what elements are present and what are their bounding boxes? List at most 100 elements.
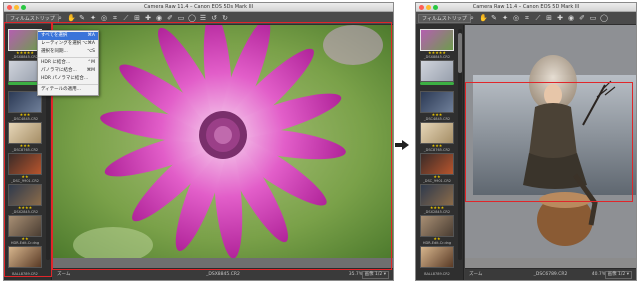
filmstrip-thumbnail[interactable] <box>420 29 454 51</box>
crop-icon[interactable]: ⌗ <box>523 14 531 22</box>
spot-removal-icon[interactable]: ✚ <box>556 14 564 22</box>
spot-removal-icon[interactable]: ✚ <box>144 14 152 22</box>
filmstrip-thumbnail[interactable] <box>8 215 42 237</box>
color-sampler-icon[interactable]: ✦ <box>501 14 509 22</box>
thumbnail-caption: _DSX2845.CR2 <box>423 210 451 214</box>
rotate-right-icon[interactable]: ↻ <box>221 14 229 22</box>
transform-icon[interactable]: ⊞ <box>133 14 141 22</box>
hand-icon[interactable]: ✋ <box>479 14 488 22</box>
thumbnail-caption: _DSC_9901.CR2 <box>423 179 451 183</box>
camera-raw-window-right: Camera Raw 11.4 – Canon EOS 5D Mark III … <box>415 2 637 281</box>
thumbnail-caption: BALL8789.CR2 <box>424 272 450 276</box>
brush-icon[interactable]: ✐ <box>578 14 586 22</box>
status-bar: ズーム _DSX8845.CR2 35.7% 画像 1/2 ▾ <box>53 268 393 280</box>
toolbar: フィルムストリップ ⌕ ✋ ✎ ✦ ◎ ⌗ ⟋ ⊞ ✚ ◉ ✐ ▭ ◯ <box>416 12 636 25</box>
hand-icon[interactable]: ✋ <box>67 14 76 22</box>
filmstrip-scrollbar[interactable] <box>458 29 462 260</box>
tool-icons: ⌕ ✋ ✎ ✦ ◎ ⌗ ⟋ ⊞ ✚ ◉ ✐ ▭ ◯ <box>468 14 608 23</box>
filmstrip-menu-button[interactable]: フィルムストリップ <box>6 14 59 23</box>
filmstrip-thumbnail[interactable] <box>420 122 454 144</box>
menu-separator <box>38 57 98 58</box>
menu-item-label: HDR に結合... <box>41 60 71 65</box>
menu-separator <box>38 84 98 85</box>
filmstrip-context-menu: すべてを選択 ⌘A レーティングを選択 ⌥⌘A 選択を同期... ⌥S HDR に結合...… <box>37 30 99 96</box>
thumbnail-caption: _DSC_9901.CR2 <box>11 179 39 183</box>
menu-item-label: HDR パノラマに結合... <box>41 76 89 81</box>
filmstrip-thumbnail[interactable] <box>420 184 454 206</box>
flower-photo <box>53 25 393 263</box>
thumbnail-caption: _DSC8765.CR2 <box>423 148 451 152</box>
transform-icon[interactable]: ⊞ <box>545 14 553 22</box>
filmstrip-thumbnail[interactable] <box>8 246 42 268</box>
straighten-icon[interactable]: ⟋ <box>122 14 130 22</box>
radial-icon[interactable]: ◯ <box>188 14 196 22</box>
window-title: Camera Raw 11.4 – Canon EOS 5Ds Mark III <box>143 4 254 10</box>
straighten-icon[interactable]: ⟋ <box>534 14 542 22</box>
menu-item-shortcut: ⌘M <box>86 68 95 73</box>
thumbnail-caption: _DSC4845.CR2 <box>11 117 39 121</box>
menu-item[interactable]: レーティングを選択 ⌥⌘A <box>38 40 98 48</box>
menu-item[interactable]: ディテールの適用... <box>38 86 98 94</box>
brush-icon[interactable]: ✐ <box>166 14 174 22</box>
thumbnail-rating[interactable] <box>420 82 454 85</box>
filmstrip: ★★★★★ _DSX8845.CR2 ★★★ _DSC4845.CR2 ★★★ _DSC8… <box>416 25 464 280</box>
filmstrip-thumbnail[interactable] <box>420 91 454 113</box>
menu-item[interactable]: HDR パノラマに結合... <box>38 75 98 83</box>
target-icon[interactable]: ◎ <box>512 14 520 22</box>
menu-item-label: レーティングを選択 <box>41 41 82 46</box>
scrollbar-thumb[interactable] <box>458 33 462 73</box>
white-balance-icon[interactable]: ✎ <box>78 14 86 22</box>
menu-item-shortcut: ⌥⌘A <box>82 41 95 46</box>
thumbnail-caption: _DSX2845.CR2 <box>11 210 39 214</box>
filmstrip-thumbnail[interactable] <box>8 153 42 175</box>
menu-item[interactable]: パノラマに結合... ⌘M <box>38 67 98 75</box>
filmstrip-menu-button[interactable]: フィルムストリップ <box>418 14 471 23</box>
menu-item-label: ディテールの適用... <box>41 87 81 92</box>
camera-raw-window-left: Camera Raw 11.4 – Canon EOS 5Ds Mark III… <box>3 2 394 281</box>
thumbnail-caption: _DSC4845.CR2 <box>423 117 451 121</box>
menu-item[interactable]: すべてを選択 ⌘A <box>38 32 98 40</box>
filmstrip-thumbnail[interactable] <box>420 246 454 268</box>
thumbnail-caption: HDR-Edit-Cr.dng <box>422 241 452 245</box>
menu-item[interactable]: HDR に結合... ⌃M <box>38 59 98 67</box>
menu-item-label: すべてを選択 <box>41 33 68 38</box>
title-bar: Camera Raw 11.4 – Canon EOS 5Ds Mark III <box>4 3 393 12</box>
figure-photo <box>465 25 636 258</box>
radial-icon[interactable]: ◯ <box>600 14 608 22</box>
menu-item-shortcut: ⌘A <box>87 33 95 38</box>
gradient-icon[interactable]: ▭ <box>589 14 597 22</box>
menu-item-label: パノラマに結合... <box>41 68 77 73</box>
color-sampler-icon[interactable]: ✦ <box>89 14 97 22</box>
rotate-left-icon[interactable]: ↺ <box>210 14 218 22</box>
menu-item-shortcut: ⌃M <box>87 60 95 65</box>
filmstrip-thumbnail[interactable] <box>420 215 454 237</box>
image-preview[interactable] <box>53 25 393 268</box>
filmstrip-thumbnail[interactable] <box>420 153 454 175</box>
thumbnail-caption: _DSX8845.CR2 <box>423 55 451 59</box>
white-balance-icon[interactable]: ✎ <box>490 14 498 22</box>
file-name: _DSX8845.CR2 <box>206 272 240 277</box>
menu-item-label: 選択を同期... <box>41 49 68 54</box>
view-mode-dropdown[interactable]: 画像 1/2 ▾ <box>361 271 389 279</box>
right-arrow-icon <box>395 140 409 150</box>
title-bar: Camera Raw 11.4 – Canon EOS 5D Mark III <box>416 3 636 12</box>
image-preview[interactable] <box>465 25 636 268</box>
view-mode-dropdown[interactable]: 画像 1/2 ▾ <box>604 271 632 279</box>
gradient-icon[interactable]: ▭ <box>177 14 185 22</box>
status-bar: ズーム _DSC6789.CR2 40.7% 画像 1/2 ▾ <box>465 268 636 280</box>
crop-icon[interactable]: ⌗ <box>111 14 119 22</box>
red-eye-icon[interactable]: ◉ <box>155 14 163 22</box>
thumbnail-caption: BALL8789.CR2 <box>12 272 38 276</box>
filmstrip-thumbnail[interactable] <box>420 60 454 82</box>
prefs-icon[interactable]: ☰ <box>199 14 207 22</box>
window-title: Camera Raw 11.4 – Canon EOS 5D Mark III <box>472 4 580 10</box>
filmstrip-thumbnail[interactable] <box>8 184 42 206</box>
thumbnail-caption: HDR-Edit-Cr.dng <box>10 241 40 245</box>
filmstrip-thumbnail[interactable] <box>8 122 42 144</box>
zoom-icon[interactable]: ⌕ <box>56 14 64 22</box>
tool-icons: ⌕ ✋ ✎ ✦ ◎ ⌗ ⟋ ⊞ ✚ ◉ ✐ ▭ ◯ ☰ ↺ ↻ <box>56 14 229 23</box>
target-icon[interactable]: ◎ <box>100 14 108 22</box>
red-eye-icon[interactable]: ◉ <box>567 14 575 22</box>
zoom-icon[interactable]: ⌕ <box>468 14 476 22</box>
menu-item[interactable]: 選択を同期... ⌥S <box>38 48 98 56</box>
